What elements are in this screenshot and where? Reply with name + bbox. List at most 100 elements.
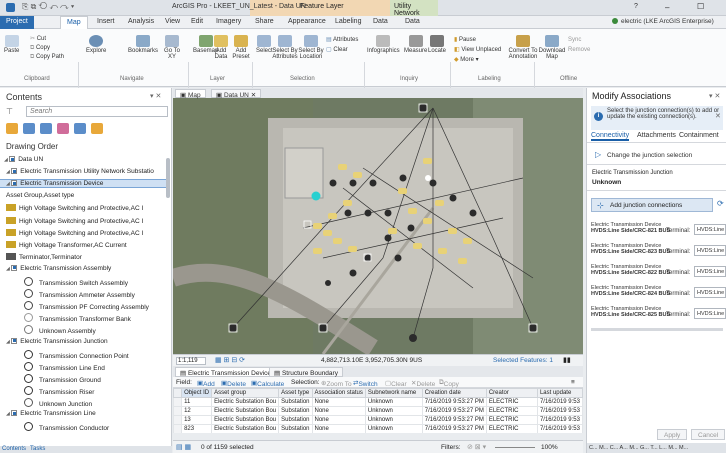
- tab-contents[interactable]: Contents: [2, 446, 26, 452]
- table-cell[interactable]: None: [311, 406, 366, 416]
- maximize-button[interactable]: ☐: [697, 2, 704, 11]
- tab-edit[interactable]: Edit: [191, 18, 203, 25]
- clear-selection-button[interactable]: ▢ Clear: [326, 45, 358, 55]
- close-info-icon[interactable]: ✕: [715, 112, 721, 120]
- table-row[interactable]: 13 Electric Substation Bou Substation None U…: [173, 415, 583, 425]
- table-cell[interactable]: Substation: [278, 424, 313, 433]
- pane-scrollbar[interactable]: [591, 328, 723, 331]
- cancel-button[interactable]: Cancel: [691, 429, 726, 440]
- table-cell[interactable]: 7/16/2019 9:53:27 PM: [421, 406, 487, 416]
- visibility-checkbox[interactable]: [11, 180, 18, 187]
- table-cell[interactable]: Substation: [278, 397, 313, 407]
- select-by-attributes-button[interactable]: Select By Attributes: [272, 35, 298, 60]
- zoom-to-button[interactable]: ⊕ Zoom To: [321, 379, 352, 388]
- device-connection-row[interactable]: Electric Transmission Device HVDS:Line Si…: [591, 243, 726, 263]
- layer-tree-item[interactable]: High Voltage Switching and Protective,AC…: [0, 228, 143, 237]
- measure-button[interactable]: Measure: [404, 35, 427, 54]
- table-cell[interactable]: Unknown: [364, 406, 423, 416]
- visibility-checkbox[interactable]: [11, 337, 18, 344]
- table-cell[interactable]: ELECTRIC: [485, 397, 538, 407]
- calculate-button[interactable]: ▣ Calculate: [251, 379, 284, 388]
- layer-tree-item[interactable]: Transmission Riser: [0, 385, 94, 396]
- tab-insert[interactable]: Insert: [97, 18, 115, 25]
- tab-map-view[interactable]: ▣ Map: [175, 89, 206, 99]
- table-row[interactable]: 11 Electric Substation Bou Substation None U…: [173, 397, 583, 407]
- add-data-button[interactable]: Add Data: [212, 35, 230, 60]
- row-selector[interactable]: [173, 415, 183, 425]
- layer-tree-item[interactable]: Transmission Transformer Bank: [0, 313, 131, 323]
- terminal-select[interactable]: HVDS:Line: [694, 245, 726, 256]
- table-cell[interactable]: Electric Substation Bou: [211, 397, 280, 407]
- filter-icon[interactable]: ⊤: [6, 107, 13, 116]
- tab-view[interactable]: View: [165, 18, 180, 25]
- table-cell[interactable]: Unknown: [364, 397, 423, 407]
- copy-path-button[interactable]: ⧉ Copy Path: [30, 53, 64, 62]
- table-cell[interactable]: Substation: [278, 406, 313, 416]
- layer-tree-item[interactable]: ◢ Electric Transmission Junction: [0, 337, 108, 345]
- tab-containment[interactable]: Containment: [679, 132, 719, 139]
- table-cell[interactable]: ELECTRIC: [485, 406, 538, 416]
- help-button[interactable]: ?: [634, 3, 638, 10]
- terminal-select[interactable]: HVDS:Line: [694, 308, 726, 319]
- table-cell[interactable]: None: [311, 415, 366, 425]
- terminal-select[interactable]: HVDS:Line: [694, 287, 726, 298]
- table-cell[interactable]: 7/16/2019 9:53:27 PM: [421, 397, 487, 407]
- column-header[interactable]: Asset group: [211, 388, 280, 398]
- goto-xy-button[interactable]: Go To XY: [162, 35, 182, 60]
- pane-bottom-tabs[interactable]: C... M... C... A... M... G... T... L... …: [587, 443, 726, 453]
- layer-tree-item[interactable]: Transmission Conductor: [0, 422, 109, 432]
- row-selector[interactable]: [173, 406, 183, 416]
- tab-table-etd[interactable]: ▤ Electric Transmission Device: [175, 367, 277, 377]
- tab-project[interactable]: Project: [0, 16, 34, 29]
- layer-tree-item[interactable]: High Voltage Switching and Protective,AC…: [0, 216, 143, 225]
- cut-button[interactable]: ✂ Cut: [30, 35, 64, 44]
- column-header[interactable]: Last update: [536, 388, 583, 398]
- layer-tree-item[interactable]: High Voltage Switching and Protective,AC…: [0, 204, 143, 212]
- layer-tree-item[interactable]: High Voltage Transformer,AC Current: [0, 240, 127, 249]
- visibility-checkbox[interactable]: [9, 156, 16, 162]
- map-canvas[interactable]: [173, 88, 583, 354]
- layer-tree-item[interactable]: ◢ Electric Transmission Utility Network …: [0, 168, 154, 175]
- layer-tree-item[interactable]: Terminator,Terminator: [0, 252, 82, 261]
- table-cell[interactable]: None: [311, 424, 366, 433]
- visibility-checkbox[interactable]: [11, 168, 18, 175]
- tab-data-feature[interactable]: Data: [373, 18, 388, 25]
- copy-button[interactable]: ⧉ Copy: [439, 379, 459, 388]
- table-cell[interactable]: 7/16/2019 9:53: [536, 424, 583, 433]
- device-connection-row[interactable]: Electric Transmission Device HVDS:Line Si…: [591, 285, 726, 305]
- table-row[interactable]: 823 Electric Substation Bou Substation None…: [173, 424, 583, 433]
- tab-labeling[interactable]: Labeling: [335, 18, 361, 25]
- table-cell[interactable]: Electric Substation Bou: [211, 415, 280, 425]
- table-view-icons[interactable]: ▤ ▦: [176, 443, 191, 451]
- contents-scrollbar[interactable]: [166, 158, 170, 198]
- explore-button[interactable]: Explore: [86, 35, 106, 54]
- paste-button[interactable]: Paste: [4, 35, 19, 54]
- infographics-button[interactable]: Infographics: [367, 35, 400, 54]
- layer-tree-item[interactable]: Transmission Switch Assembly: [0, 277, 128, 287]
- contents-search-input[interactable]: Search: [26, 106, 168, 117]
- signed-in-user[interactable]: electric (LKE ArcGIS Enterprise): [621, 18, 714, 25]
- column-header[interactable]: Subnetwork name: [364, 388, 423, 398]
- pause-drawing-icon[interactable]: ▮▮: [563, 356, 571, 364]
- attributes-button[interactable]: ▤ Attributes: [326, 35, 358, 45]
- selection-list-icon[interactable]: [40, 123, 52, 134]
- data-source-icon[interactable]: [23, 123, 35, 134]
- sync-button[interactable]: Sync: [568, 35, 590, 45]
- drawing-order-icon[interactable]: [6, 123, 18, 134]
- table-cell[interactable]: ELECTRIC: [485, 424, 538, 433]
- minimize-button[interactable]: –: [665, 3, 669, 12]
- labeling-icon[interactable]: [91, 123, 103, 134]
- select-button[interactable]: Select: [256, 35, 273, 54]
- tab-data-un-view[interactable]: ▣ Data UN ✕: [211, 89, 262, 99]
- tab-imagery[interactable]: Imagery: [216, 18, 241, 25]
- tab-tasks[interactable]: Tasks: [30, 446, 45, 452]
- table-cell[interactable]: Electric Substation Bou: [211, 424, 280, 433]
- tab-map[interactable]: Map: [60, 16, 88, 29]
- table-cell[interactable]: 7/16/2019 9:53:27 PM: [421, 415, 487, 425]
- column-header[interactable]: Creation date: [421, 388, 487, 398]
- view-unplaced-button[interactable]: ◧ View Unplaced: [454, 45, 501, 55]
- column-header[interactable]: Creator: [485, 388, 538, 398]
- table-cell[interactable]: 7/16/2019 9:53: [536, 397, 583, 407]
- table-cell[interactable]: Electric Substation Bou: [211, 406, 280, 416]
- tab-attachments[interactable]: Attachments: [637, 132, 676, 139]
